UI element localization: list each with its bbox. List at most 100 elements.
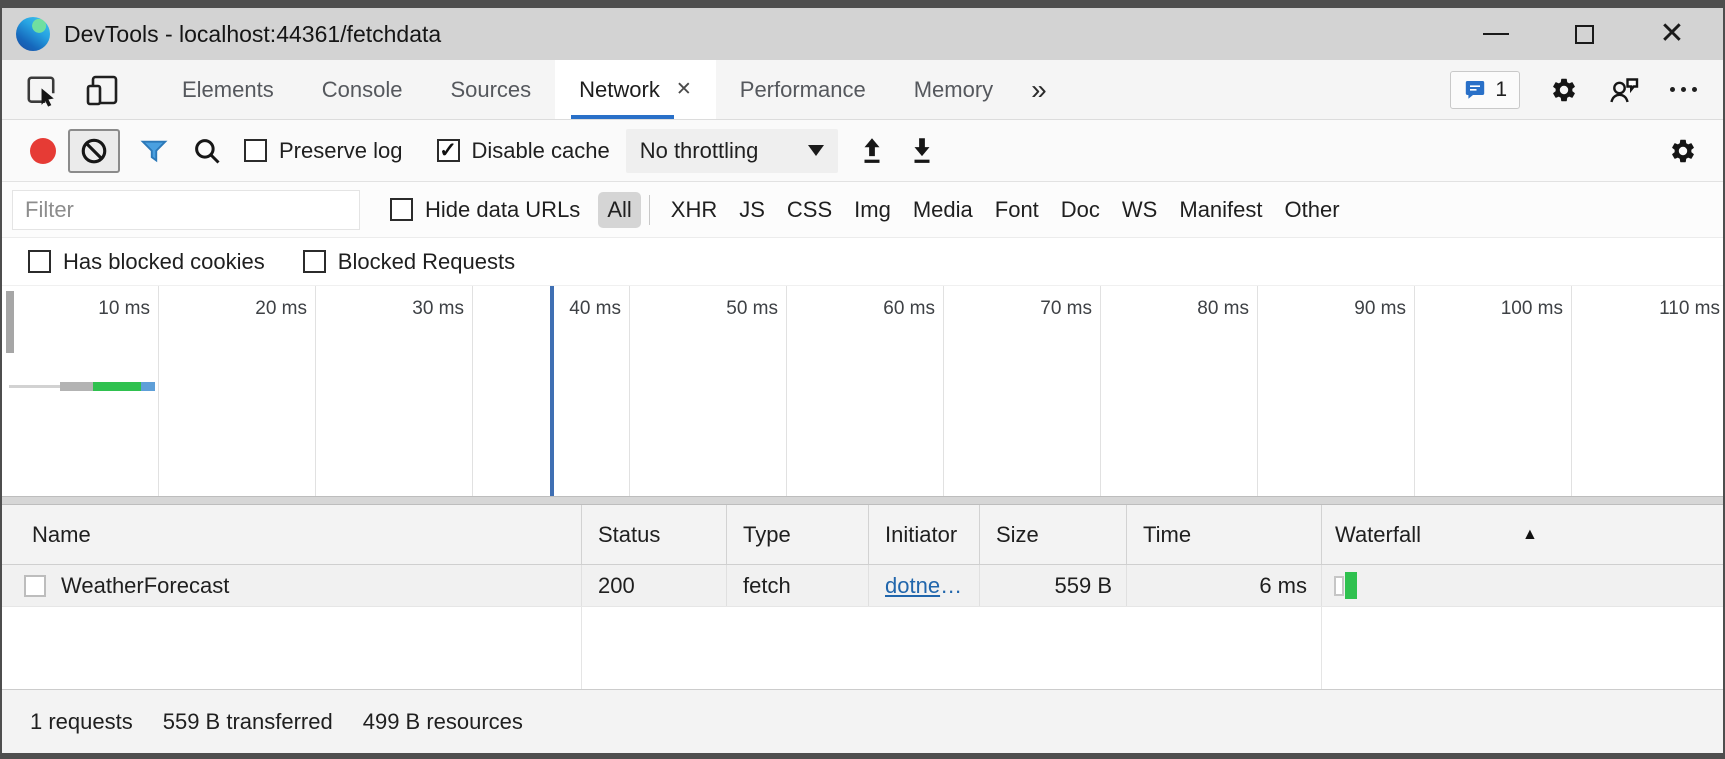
- column-header-type[interactable]: Type: [727, 505, 869, 564]
- minimize-button[interactable]: [1481, 19, 1511, 49]
- disable-cache-option: ✓ Disable cache: [437, 138, 610, 164]
- panel-tabs: Elements Console Sources Network ✕ Perfo…: [158, 60, 1061, 119]
- request-row[interactable]: WeatherForecast 200 fetch dotne… 559 B 6…: [2, 565, 1723, 607]
- message-bubble-icon: [1463, 78, 1487, 102]
- type-filter-xhr[interactable]: XHR: [662, 192, 726, 228]
- column-header-status[interactable]: Status: [582, 505, 727, 564]
- blocked-requests-checkbox[interactable]: [303, 250, 326, 273]
- network-overview-timeline[interactable]: 10 ms 20 ms 30 ms 40 ms 50 ms 60 ms 70 m…: [2, 286, 1723, 496]
- timeline-tick: 50 ms: [630, 286, 787, 496]
- has-blocked-cookies-label: Has blocked cookies: [63, 249, 265, 275]
- timeline-tick: 30 ms: [316, 286, 473, 496]
- type-filter-manifest[interactable]: Manifest: [1170, 192, 1271, 228]
- request-waterfall-cell: [1322, 565, 1723, 606]
- search-icon: [192, 136, 222, 166]
- devtools-window: DevTools - localhost:44361/fetchdata ✕: [0, 0, 1725, 759]
- waterfall-overview-end-bar: [141, 382, 155, 391]
- filter-toggle-button[interactable]: [138, 136, 170, 166]
- tab-label: Elements: [182, 77, 274, 103]
- preserve-log-checkbox[interactable]: [244, 139, 267, 162]
- export-har-button[interactable]: [908, 136, 936, 166]
- inspect-icon: [24, 73, 58, 107]
- type-filter-other[interactable]: Other: [1276, 192, 1349, 228]
- has-blocked-cookies-checkbox[interactable]: [28, 250, 51, 273]
- type-filter-all[interactable]: All: [598, 192, 640, 228]
- filter-input[interactable]: [12, 190, 360, 230]
- clear-network-log-button[interactable]: [68, 129, 120, 173]
- column-header-name[interactable]: Name: [2, 505, 582, 564]
- timeline-tick: 20 ms: [159, 286, 316, 496]
- maximize-icon: [1575, 25, 1594, 44]
- feedback-button[interactable]: [1608, 75, 1640, 105]
- tab-sources[interactable]: Sources: [426, 60, 555, 119]
- requests-count: 1 requests: [30, 709, 133, 735]
- maximize-button[interactable]: [1569, 19, 1599, 49]
- disable-cache-checkbox[interactable]: ✓: [437, 139, 460, 162]
- waterfall-overview-wait-bar: [9, 385, 60, 388]
- console-messages-button[interactable]: 1: [1450, 71, 1520, 109]
- throttling-value: No throttling: [640, 138, 759, 164]
- type-filter-js[interactable]: JS: [730, 192, 774, 228]
- checkmark-icon: ✓: [439, 140, 457, 161]
- timeline-tick: 90 ms: [1258, 286, 1415, 496]
- dropdown-caret-icon: [808, 145, 824, 156]
- import-har-button[interactable]: [858, 136, 886, 166]
- search-button[interactable]: [192, 136, 222, 166]
- column-header-time[interactable]: Time: [1127, 505, 1322, 564]
- close-icon: ✕: [1659, 19, 1684, 49]
- type-filter-css[interactable]: CSS: [778, 192, 841, 228]
- column-header-size[interactable]: Size: [980, 505, 1127, 564]
- tab-label: Sources: [450, 77, 531, 103]
- initiator-ellipsis: …: [940, 573, 962, 599]
- type-filter-doc[interactable]: Doc: [1052, 192, 1109, 228]
- hide-data-urls-checkbox[interactable]: [390, 198, 413, 221]
- type-filter-img[interactable]: Img: [845, 192, 900, 228]
- row-checkbox[interactable]: [24, 575, 46, 597]
- preserve-log-option: Preserve log: [244, 138, 403, 164]
- download-arrow-icon: [908, 136, 936, 166]
- request-status: 200: [582, 565, 727, 606]
- request-name[interactable]: WeatherForecast: [61, 573, 229, 599]
- network-settings-button[interactable]: [1669, 137, 1705, 165]
- blocked-requests-option: Blocked Requests: [303, 249, 515, 275]
- record-network-log-button[interactable]: [30, 138, 56, 164]
- device-toolbar-button[interactable]: [84, 73, 120, 107]
- column-header-initiator[interactable]: Initiator: [869, 505, 980, 564]
- chevron-double-right-icon: »: [1031, 74, 1047, 106]
- requests-table-body: [2, 607, 1723, 689]
- tab-performance[interactable]: Performance: [716, 60, 890, 119]
- gear-icon: [1550, 76, 1578, 104]
- timeline-tick: 110 ms: [1572, 286, 1723, 496]
- network-status-bar: 1 requests 559 B transferred 499 B resou…: [2, 689, 1723, 753]
- column-divider: [581, 607, 582, 689]
- settings-button[interactable]: [1550, 76, 1578, 104]
- waterfall-waiting-bar: [1334, 576, 1344, 596]
- gear-icon: [1669, 137, 1697, 165]
- throttling-dropdown[interactable]: No throttling: [626, 129, 838, 173]
- timeline-tick: 60 ms: [787, 286, 944, 496]
- request-type: fetch: [727, 565, 869, 606]
- timeline-resize-handle[interactable]: [6, 291, 14, 353]
- more-tabs-button[interactable]: »: [1017, 60, 1061, 119]
- more-options-button[interactable]: [1670, 87, 1697, 92]
- sort-ascending-icon: ▲: [1522, 526, 1538, 544]
- tab-network[interactable]: Network ✕: [555, 60, 716, 119]
- tab-close-icon[interactable]: ✕: [676, 80, 692, 99]
- tab-console[interactable]: Console: [298, 60, 427, 119]
- device-toolbar-icon: [84, 73, 120, 107]
- minimize-icon: [1483, 33, 1509, 35]
- column-header-waterfall[interactable]: Waterfall ▲: [1322, 505, 1723, 564]
- tab-label: Performance: [740, 77, 866, 103]
- type-filter-ws[interactable]: WS: [1113, 192, 1166, 228]
- tab-elements[interactable]: Elements: [158, 60, 298, 119]
- tab-label: Memory: [914, 77, 993, 103]
- dot-icon: [1692, 87, 1697, 92]
- initiator-link[interactable]: dotne: [885, 573, 940, 599]
- dot-icon: [1681, 87, 1686, 92]
- inspect-element-button[interactable]: [24, 73, 58, 107]
- panel-splitter[interactable]: [2, 496, 1723, 505]
- type-filter-font[interactable]: Font: [986, 192, 1048, 228]
- close-button[interactable]: ✕: [1657, 19, 1687, 49]
- tab-memory[interactable]: Memory: [890, 60, 1017, 119]
- type-filter-media[interactable]: Media: [904, 192, 982, 228]
